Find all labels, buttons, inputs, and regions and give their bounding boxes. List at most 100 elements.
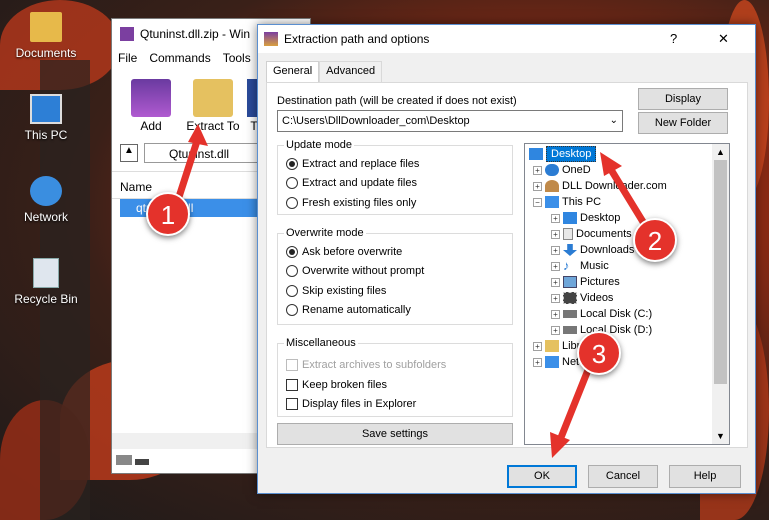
tree-node-network[interactable]: + Net — [533, 356, 579, 368]
radio-extract-replace[interactable]: Extract and replace files — [286, 158, 419, 170]
scroll-up-icon[interactable]: ▲ — [712, 144, 729, 160]
tree-node-dll-downloader[interactable]: + DLL Downloader.com — [533, 180, 667, 192]
desktop-icon-network[interactable]: Network — [10, 176, 82, 224]
expand-icon[interactable]: + — [551, 213, 560, 223]
close-icon[interactable]: ✕ — [718, 31, 729, 47]
add-button[interactable]: Add — [120, 79, 182, 133]
desktop-icon-label: Recycle Bin — [14, 292, 78, 306]
computer-icon — [545, 196, 559, 208]
up-folder-icon[interactable]: ▲ — [120, 144, 138, 162]
add-archive-icon — [131, 79, 171, 117]
checkbox[interactable] — [286, 379, 298, 391]
menu-commands[interactable]: Commands — [149, 51, 210, 65]
expand-icon[interactable]: + — [551, 309, 560, 319]
desktop-icon-documents[interactable]: Documents — [10, 12, 82, 60]
menu-tools[interactable]: Tools — [223, 51, 251, 65]
destination-path-input[interactable]: C:\Users\DllDownloader_com\Desktop ⌄ — [277, 110, 623, 132]
scroll-down-icon[interactable]: ▼ — [712, 428, 729, 444]
cancel-button[interactable]: Cancel — [588, 465, 658, 488]
radio-button[interactable] — [286, 197, 298, 209]
expand-icon[interactable]: + — [533, 357, 542, 367]
tree-node-documents[interactable]: + Documents — [551, 228, 632, 240]
network-icon — [545, 356, 559, 368]
dialog-tabs: General Advanced — [266, 61, 383, 82]
dialog-title: Extraction path and options — [284, 32, 430, 46]
expand-icon[interactable]: + — [551, 325, 560, 335]
ok-button[interactable]: OK — [507, 465, 577, 488]
desktop-icon-label: This PC — [24, 128, 68, 142]
document-icon — [563, 228, 573, 240]
desktop-icon-this-pc[interactable]: This PC — [10, 94, 82, 142]
drive-icon — [563, 326, 577, 334]
tree-node-downloads[interactable]: + Downloads — [551, 244, 634, 256]
radio-overwrite-without[interactable]: Overwrite without prompt — [286, 265, 424, 277]
radio-button[interactable] — [286, 158, 298, 170]
help-button[interactable]: Help — [669, 465, 741, 488]
tree-node-libraries[interactable]: + Libr — [533, 340, 580, 352]
desktop-icon-label: Network — [23, 210, 68, 224]
desktop-icon-label: Documents — [15, 46, 77, 60]
radio-ask-before[interactable]: Ask before overwrite — [286, 246, 402, 258]
desktop-icon-recycle-bin[interactable]: Recycle Bin — [10, 258, 82, 306]
archive-title: Qtuninst.dll.zip - Win — [140, 27, 251, 41]
radio-fresh-existing[interactable]: Fresh existing files only — [286, 197, 416, 209]
extract-to-button[interactable]: Extract To — [182, 79, 244, 133]
annotation-badge-3: 3 — [577, 331, 621, 375]
radio-button[interactable] — [286, 285, 298, 297]
scroll-thumb[interactable] — [714, 160, 727, 384]
radio-button[interactable] — [286, 304, 298, 316]
annotation-badge-2: 2 — [633, 218, 677, 262]
checkbox — [286, 359, 298, 371]
expand-icon[interactable]: + — [551, 293, 560, 303]
expand-icon[interactable]: + — [533, 165, 542, 175]
tree-node-music[interactable]: + ♪ Music — [551, 258, 609, 273]
tree-node-desktop[interactable]: + Desktop — [551, 212, 620, 224]
save-settings-button[interactable]: Save settings — [277, 423, 513, 445]
radio-skip-existing[interactable]: Skip existing files — [286, 285, 386, 297]
check-display-explorer[interactable]: Display files in Explorer — [286, 398, 416, 410]
collapse-icon[interactable]: − — [533, 197, 542, 207]
radio-button[interactable] — [286, 177, 298, 189]
new-folder-button[interactable]: New Folder — [638, 112, 728, 134]
check-keep-broken[interactable]: Keep broken files — [286, 379, 387, 391]
help-icon[interactable]: ? — [670, 31, 677, 46]
misc-group: Miscellaneous Extract archives to subfol… — [277, 337, 513, 417]
computer-icon — [30, 94, 62, 124]
expand-icon[interactable]: + — [533, 341, 542, 351]
tree-node-pictures[interactable]: + Pictures — [551, 276, 620, 288]
tab-general[interactable]: General — [266, 61, 320, 82]
expand-icon[interactable]: + — [551, 277, 560, 287]
archive-toolbar: Add Extract To T — [120, 79, 264, 133]
picture-icon — [563, 276, 577, 288]
radio-button[interactable] — [286, 265, 298, 277]
tree-node-desktop-root[interactable]: Desktop — [529, 146, 597, 162]
recycle-bin-icon — [33, 258, 59, 288]
tree-node-videos[interactable]: + Videos — [551, 292, 613, 304]
radio-button[interactable] — [286, 246, 298, 258]
annotation-badge-1: 1 — [146, 192, 190, 236]
radio-rename-auto[interactable]: Rename automatically — [286, 304, 411, 316]
chevron-down-icon[interactable]: ⌄ — [610, 111, 618, 131]
expand-icon[interactable]: + — [551, 245, 560, 255]
library-icon — [545, 340, 559, 352]
tab-advanced[interactable]: Advanced — [319, 61, 383, 82]
expand-icon[interactable]: + — [551, 229, 560, 239]
tree-node-this-pc[interactable]: − This PC — [533, 196, 601, 208]
display-button[interactable]: Display — [638, 88, 728, 110]
radio-extract-update[interactable]: Extract and update files — [286, 177, 417, 189]
menu-file[interactable]: File — [118, 51, 137, 65]
tree-node-local-disk-c[interactable]: + Local Disk (C:) — [551, 308, 652, 320]
folder-tree-view[interactable]: Desktop + OneD + DLL Downloader.com − Th… — [524, 143, 730, 445]
folder-icon — [30, 12, 62, 42]
checkbox[interactable] — [286, 398, 298, 410]
destination-label: Destination path (will be created if doe… — [277, 95, 517, 107]
expand-icon[interactable]: + — [533, 181, 542, 191]
file-row-selected[interactable]: qtuninst.dll — [120, 199, 260, 217]
desktop-icon — [529, 148, 543, 160]
tree-node-onedrive[interactable]: + OneD — [533, 164, 591, 176]
music-note-icon: ♪ — [563, 258, 570, 273]
dialog-title-bar: Extraction path and options ? ✕ — [258, 25, 755, 53]
expand-icon[interactable]: + — [551, 261, 560, 271]
tree-scrollbar[interactable]: ▲ ▼ — [712, 144, 729, 444]
cloud-icon — [545, 164, 559, 176]
